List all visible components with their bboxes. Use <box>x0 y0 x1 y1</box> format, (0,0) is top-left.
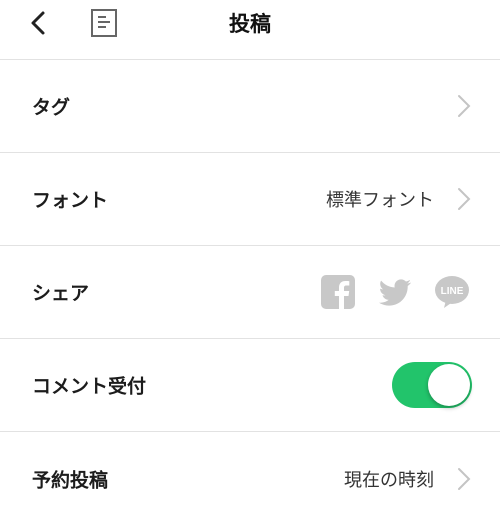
settings-row-share: シェア LINE <box>0 246 500 339</box>
settings-row-font[interactable]: フォント 標準フォント <box>0 153 500 246</box>
font-label: フォント <box>32 189 109 212</box>
twitter-icon[interactable] <box>377 274 413 310</box>
line-icon[interactable]: LINE <box>434 274 470 310</box>
settings-row-schedule[interactable]: 予約投稿 現在の時刻 <box>0 432 500 525</box>
schedule-label: 予約投稿 <box>32 469 109 491</box>
comments-toggle[interactable] <box>392 362 472 408</box>
settings-row-tag[interactable]: タグ <box>0 60 500 153</box>
tag-label: タグ <box>32 96 71 119</box>
chevron-right-icon <box>458 95 471 117</box>
schedule-value: 現在の時刻 <box>344 469 434 491</box>
chevron-right-icon <box>458 467 471 490</box>
settings-row-comments: コメント受付 <box>0 339 500 432</box>
share-icons: LINE <box>320 274 470 310</box>
comments-label: コメント受付 <box>32 375 147 398</box>
header-bar: 投稿 <box>0 0 500 60</box>
line-icon-text: LINE <box>441 286 464 297</box>
toggle-knob <box>428 364 470 406</box>
chevron-right-icon <box>458 188 471 210</box>
font-value: 標準フォント <box>326 190 434 211</box>
share-label: シェア <box>32 282 90 305</box>
page-title: 投稿 <box>229 12 271 36</box>
facebook-icon[interactable] <box>320 274 356 310</box>
